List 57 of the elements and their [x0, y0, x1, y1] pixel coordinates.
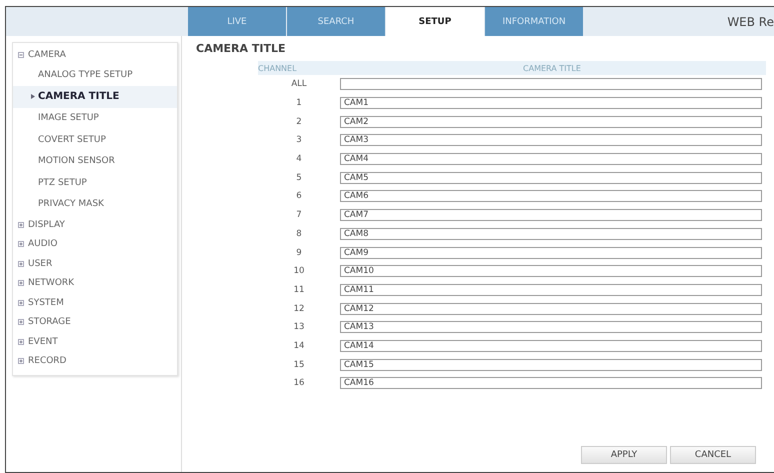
- title-field[interactable]: CAM10: [340, 265, 762, 278]
- tree-item[interactable]: AUDIO: [13, 234, 177, 254]
- title-field[interactable]: [340, 78, 762, 90]
- channel-label: 3: [295, 135, 303, 146]
- channel-label: 4: [295, 154, 303, 164]
- action-button[interactable]: APPLY: [581, 446, 667, 464]
- title-field[interactable]: CAM12: [340, 302, 762, 315]
- title-field[interactable]: CAM2: [340, 116, 762, 128]
- tree-child-item[interactable]: CAMERA TITLE: [13, 86, 177, 108]
- tree-item[interactable]: DISPLAY: [13, 215, 177, 234]
- channel-label: 2: [295, 116, 303, 127]
- tree-child-item[interactable]: PTZ SETUP: [13, 172, 177, 194]
- tree-item[interactable]: EVENT: [13, 332, 177, 352]
- channel-label: 6: [295, 191, 303, 202]
- channel-label: 8: [295, 228, 303, 239]
- tree-child-item[interactable]: COVERT SETUP: [13, 129, 177, 150]
- tree-item[interactable]: RECORD: [13, 352, 177, 371]
- tab[interactable]: SETUP: [386, 7, 484, 36]
- title-field[interactable]: CAM6: [340, 190, 762, 202]
- channel-label: 1: [295, 98, 303, 108]
- tree-item[interactable]: NETWORK: [13, 274, 177, 293]
- title-field[interactable]: CAM15: [340, 358, 762, 371]
- page-title: CAMERA TITLE: [196, 42, 286, 55]
- channel-label: 11: [292, 284, 306, 295]
- channel-label: 9: [295, 248, 303, 258]
- tree-item[interactable]: SYSTEM: [13, 293, 177, 312]
- tree-child-item[interactable]: IMAGE SETUP: [13, 108, 177, 129]
- action-button[interactable]: CANCEL: [670, 446, 756, 464]
- title-field[interactable]: CAM1: [340, 97, 762, 110]
- table-header: CHANNEL CAMERA TITLE: [258, 61, 766, 75]
- title-field[interactable]: CAM3: [340, 134, 762, 146]
- title-field[interactable]: CAM8: [340, 228, 762, 240]
- tree-child-item[interactable]: MOTION SENSOR: [13, 150, 177, 172]
- brand-text: WEB Re: [727, 14, 774, 28]
- tree-child-item[interactable]: PRIVACY MASK: [13, 194, 177, 215]
- tree-child-item[interactable]: ANALOG TYPE SETUP: [13, 64, 177, 86]
- channel-label: 13: [292, 322, 306, 332]
- title-field[interactable]: CAM7: [340, 209, 762, 222]
- channel-label: ALL: [290, 79, 308, 90]
- title-field[interactable]: CAM9: [340, 246, 762, 259]
- title-field[interactable]: CAM11: [340, 284, 762, 296]
- channel-label: 12: [292, 304, 306, 314]
- channel-label: 10: [292, 266, 306, 276]
- channel-label: 5: [295, 172, 303, 183]
- title-field[interactable]: CAM13: [340, 321, 762, 334]
- title-field[interactable]: CAM14: [340, 340, 762, 352]
- title-field[interactable]: CAM16: [340, 377, 762, 390]
- tree-item[interactable]: CAMERA: [13, 45, 177, 64]
- tree-item[interactable]: STORAGE: [13, 312, 177, 332]
- channel-label: 16: [292, 378, 306, 388]
- title-field[interactable]: CAM5: [340, 172, 762, 184]
- triangle-icon: [31, 94, 35, 100]
- channel-label: 7: [295, 210, 303, 220]
- title-field[interactable]: CAM4: [340, 153, 762, 166]
- tree-item[interactable]: USER: [13, 254, 177, 274]
- channel-label: 15: [292, 360, 306, 370]
- channel-label: 14: [292, 340, 306, 351]
